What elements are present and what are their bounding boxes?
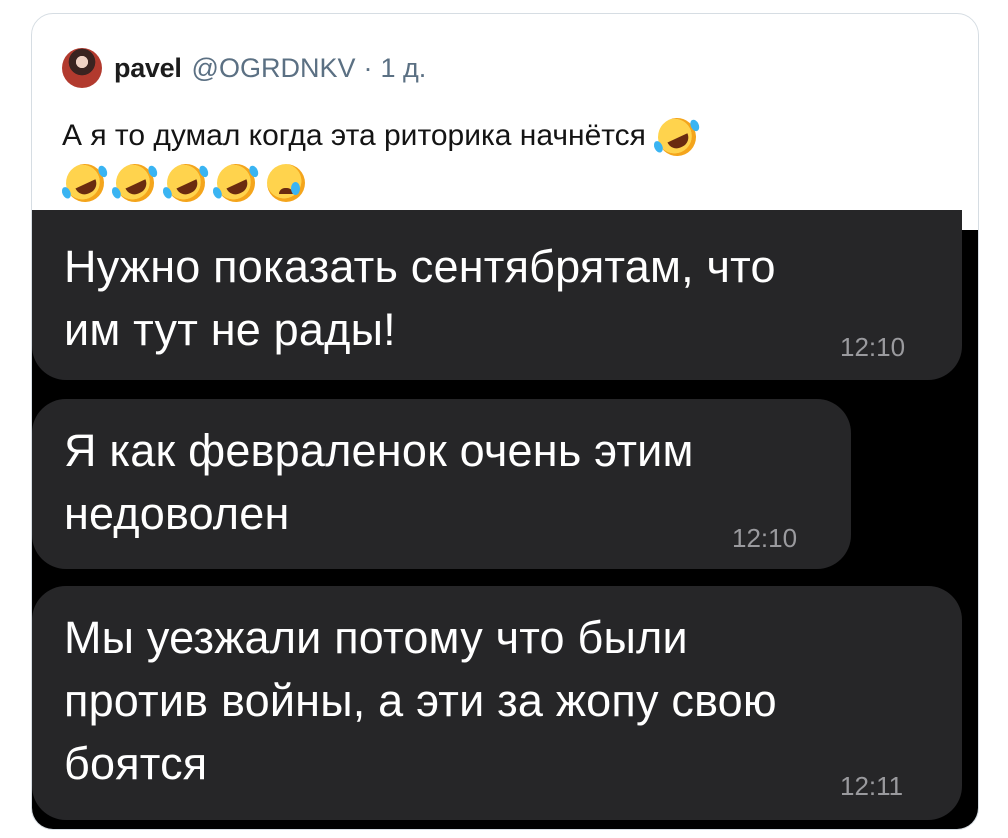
- message-line: Я как февраленок очень этим: [64, 425, 694, 476]
- message-bubble: Нужно показать сентябрятам, что им тут н…: [32, 210, 962, 380]
- message-line: им тут не рады!: [64, 304, 396, 355]
- tweet-body: А я то думал когда эта риторика начнётся: [62, 119, 646, 152]
- quoted-tweet-card[interactable]: pavel @OGRDNKV · 1 д. А я то думал когда…: [31, 13, 979, 830]
- author-handle[interactable]: @OGRDNKV: [192, 53, 356, 84]
- rolling-on-floor-laughing-icon: [652, 111, 703, 163]
- tweet-text: А я то думал когда эта риторика начнётся: [59, 111, 922, 209]
- post-timestamp[interactable]: 1 д.: [380, 53, 426, 84]
- rolling-on-floor-laughing-icon: [210, 157, 262, 209]
- message-time: 12:10: [732, 523, 798, 553]
- message-text: Я как февраленок очень этим недоволен: [64, 419, 694, 545]
- message-bubble: Я как февраленок очень этим недоволен 12…: [32, 399, 851, 569]
- rolling-on-floor-laughing-icon: [59, 157, 111, 209]
- message-line: против войны, а эти за жопу свою: [64, 675, 777, 726]
- message-time: 12:10: [840, 332, 906, 362]
- crying-face-icon: [267, 164, 306, 203]
- avatar[interactable]: [62, 48, 102, 88]
- message-line: Мы уезжали потому что были: [64, 612, 688, 663]
- author-name[interactable]: pavel: [114, 53, 182, 84]
- message-text: Мы уезжали потому что были против войны,…: [64, 606, 777, 795]
- emoji-row: [59, 157, 922, 209]
- header-separator: ·: [363, 52, 373, 83]
- message-line: боятся: [64, 738, 208, 789]
- message-bubble: Мы уезжали потому что были против войны,…: [32, 586, 962, 820]
- rolling-on-floor-laughing-icon: [110, 157, 161, 209]
- tweet-header: pavel @OGRDNKV · 1 д.: [62, 48, 426, 88]
- message-text: Нужно показать сентябрятам, что им тут н…: [64, 235, 776, 361]
- chat-screenshot-image: Нужно показать сентябрятам, что им тут н…: [32, 210, 978, 829]
- rolling-on-floor-laughing-icon: [160, 157, 211, 209]
- message-time: 12:11: [840, 771, 904, 801]
- message-line: Нужно показать сентябрятам, что: [64, 241, 776, 292]
- message-line: недоволен: [64, 488, 290, 539]
